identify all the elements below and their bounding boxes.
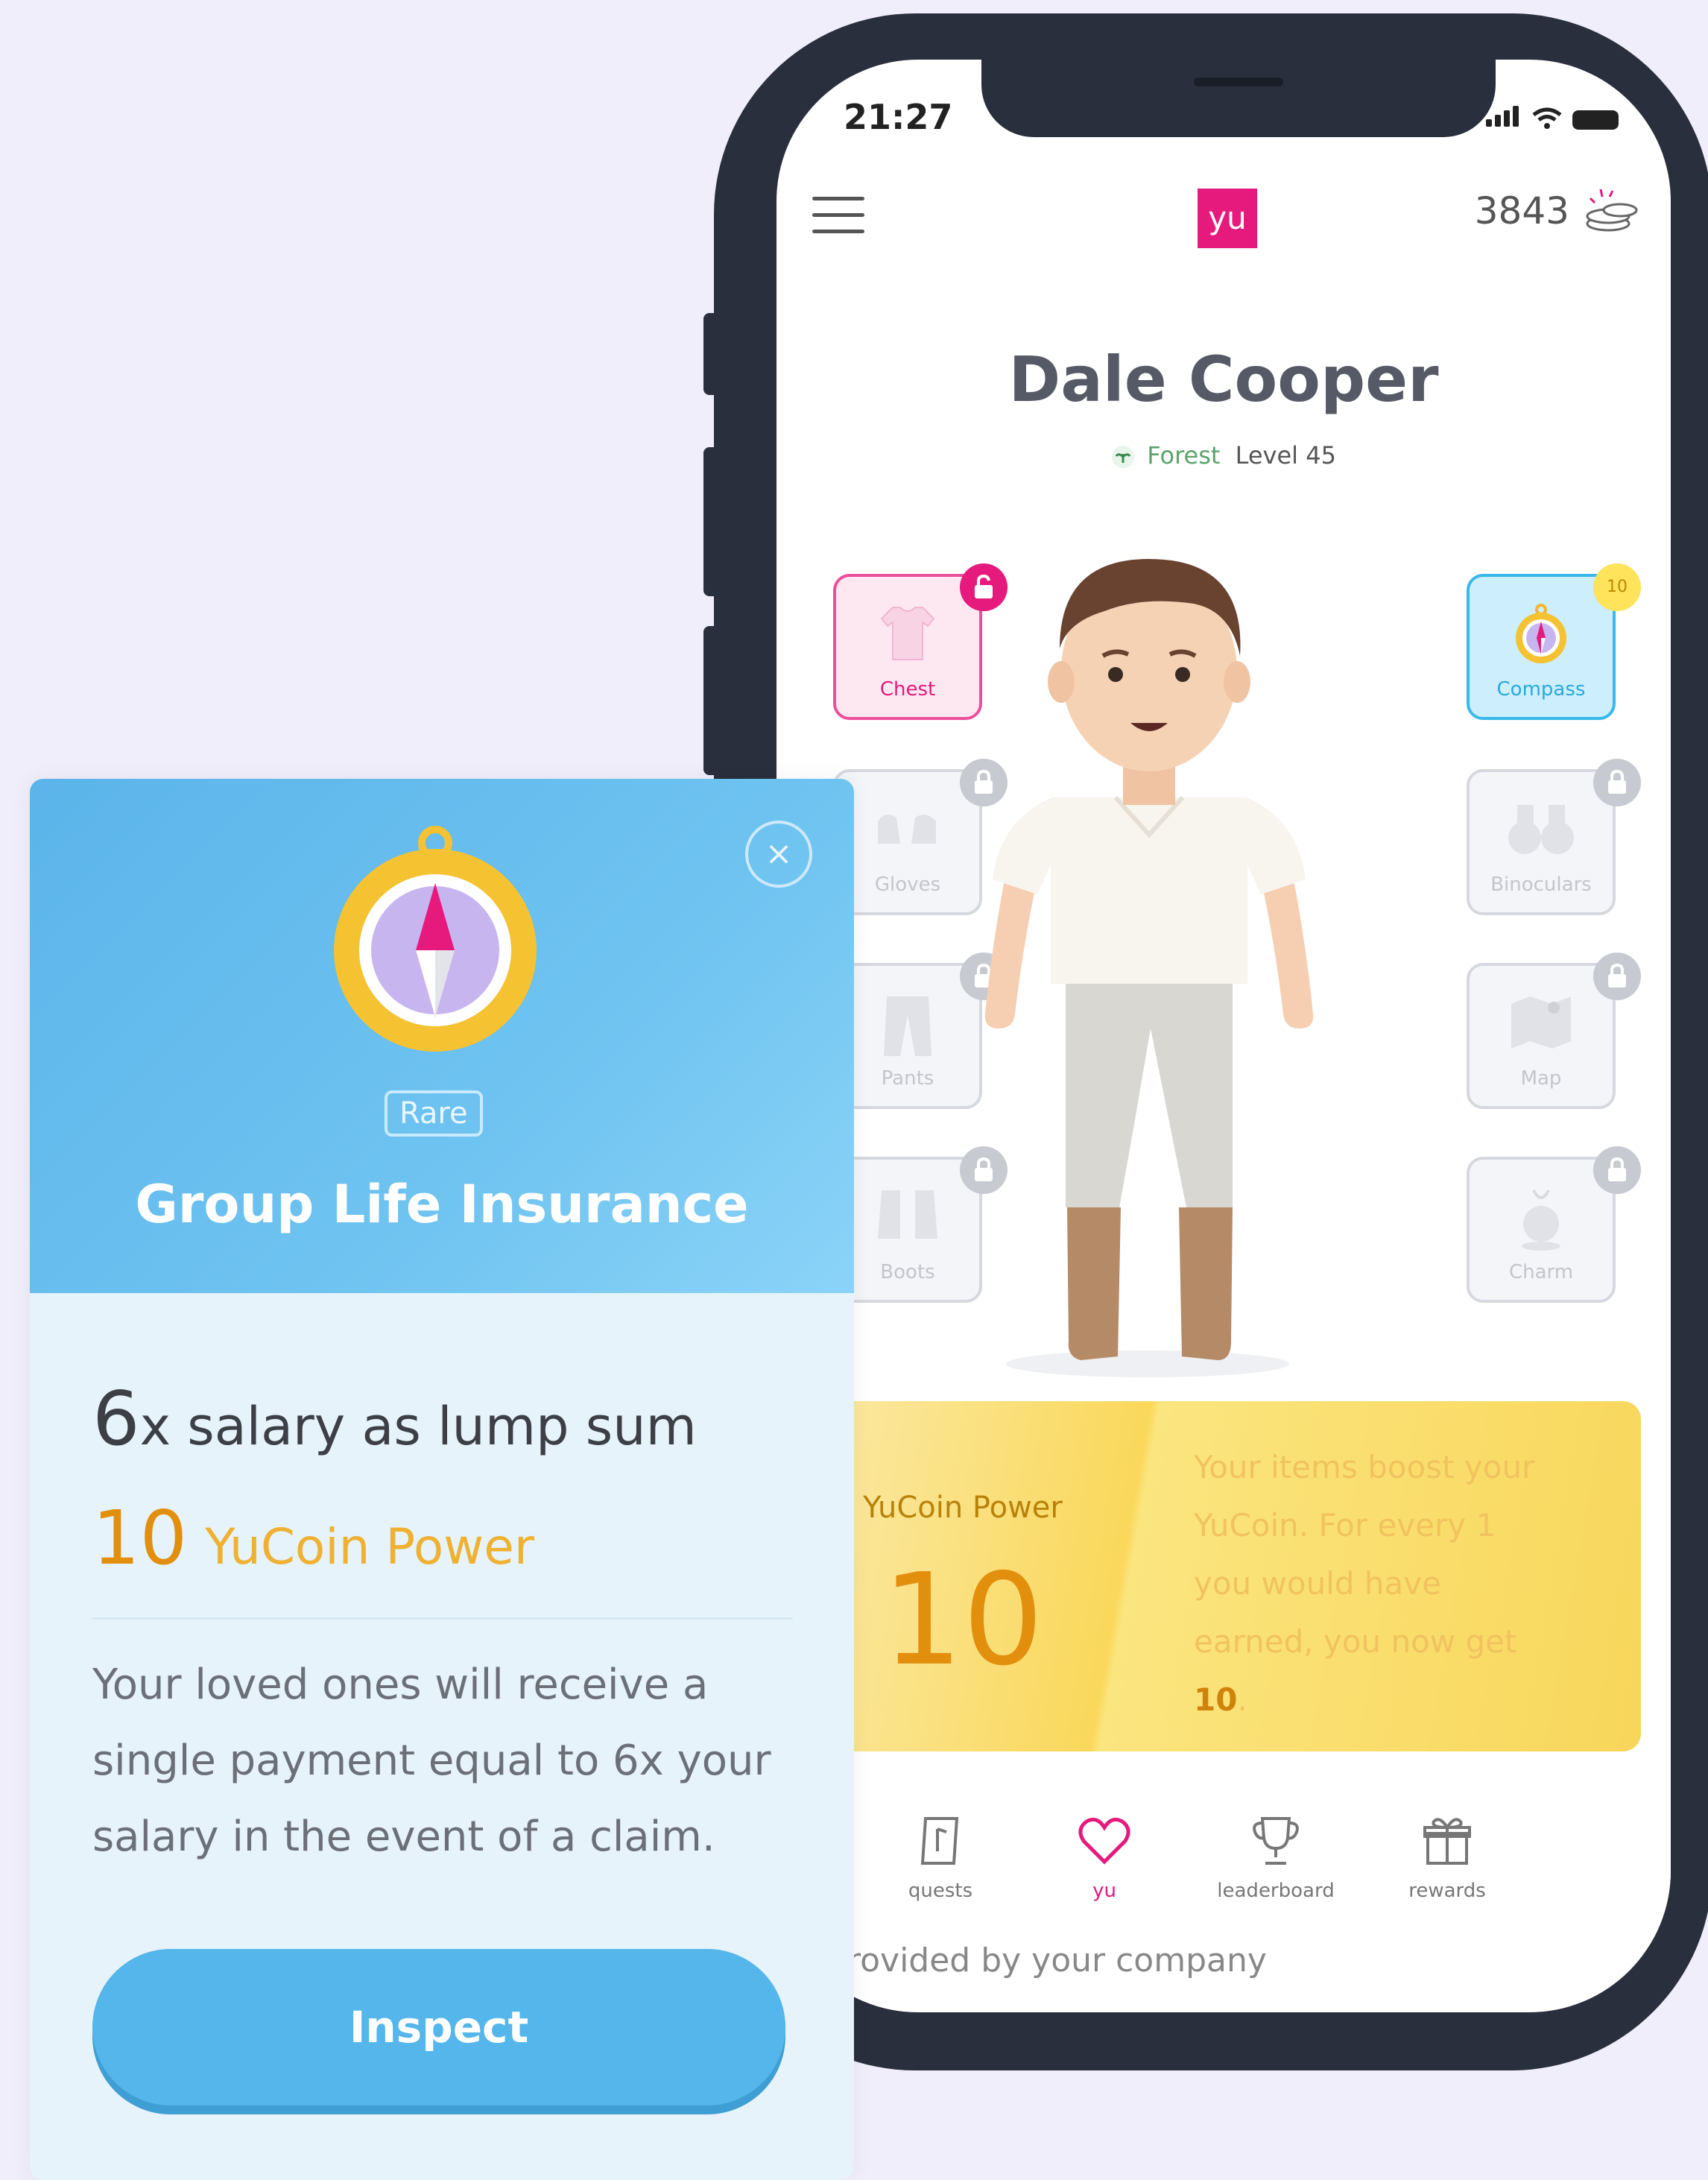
charm-icon xyxy=(1522,1189,1560,1251)
power-title: YuCoin Power xyxy=(863,1491,1063,1525)
benefit-text: x salary as lump sum xyxy=(139,1396,697,1457)
slot-map-label: Map xyxy=(1520,1067,1562,1090)
binoculars-icon xyxy=(1508,805,1574,854)
trophy-icon xyxy=(1253,1817,1299,1865)
popup-power-value: 10 xyxy=(92,1494,188,1582)
item-popup: × Rare Group Life Insurance 6x salary as… xyxy=(30,779,854,2180)
close-button[interactable]: × xyxy=(745,821,812,888)
user-name: Dale Cooper xyxy=(1008,343,1439,416)
status-icons xyxy=(1486,106,1619,130)
user-level: Level 45 xyxy=(1235,441,1336,470)
nav-leaderboard-label: leaderboard xyxy=(1217,1880,1335,1902)
power-desc-text: Your items boost your YuCoin. For every … xyxy=(1194,1449,1535,1660)
item-title: Group Life Insurance xyxy=(135,1174,749,1235)
speaker xyxy=(1194,78,1283,86)
item-count-badge: 10 xyxy=(1593,563,1641,611)
scroll-icon xyxy=(920,1817,959,1865)
bottom-nav: yucoin quests yu leaderboard xyxy=(776,1804,1671,1938)
footer-text: rovided by your company xyxy=(847,1942,1267,1980)
heart-icon xyxy=(1078,1817,1130,1865)
status-time: 21:27 xyxy=(844,97,953,137)
gloves-icon xyxy=(878,815,936,844)
power-desc-value: 10 xyxy=(1194,1681,1238,1718)
boots-icon xyxy=(878,1190,937,1239)
signal-icon xyxy=(1486,106,1522,130)
popup-power: 10 YuCoin Power xyxy=(92,1494,534,1582)
shirt-icon xyxy=(880,607,935,660)
compass-icon xyxy=(334,826,537,1052)
avatar-character xyxy=(984,559,1314,1377)
nav-quests[interactable]: quests xyxy=(873,1811,1008,1902)
lock-icon xyxy=(1593,952,1641,1000)
hamburger-icon[interactable] xyxy=(812,197,864,246)
slot-binoculars-label: Binoculars xyxy=(1490,873,1592,896)
nav-yu[interactable]: yu xyxy=(1037,1811,1171,1902)
compass-icon xyxy=(1516,604,1566,663)
benefit-headline: 6x salary as lump sum xyxy=(92,1375,697,1462)
popup-power-label: YuCoin Power xyxy=(205,1518,534,1576)
coin-stack-icon xyxy=(1586,189,1638,232)
app-logo: yu xyxy=(1198,189,1257,248)
popup-header: × Rare Group Life Insurance xyxy=(30,779,854,1293)
divider xyxy=(92,1617,793,1620)
wifi-icon xyxy=(1532,107,1562,129)
nav-quests-label: quests xyxy=(908,1880,973,1902)
user-meta: Forest Level 45 xyxy=(776,441,1671,470)
slot-compass-label: Compass xyxy=(1496,678,1586,701)
map-icon xyxy=(1511,996,1571,1049)
notch xyxy=(981,60,1496,137)
power-description: Your items boost your YuCoin. For every … xyxy=(1194,1438,1544,1729)
rarity-badge: Rare xyxy=(385,1090,483,1137)
inspect-button[interactable]: Inspect xyxy=(92,1949,785,2105)
battery-icon xyxy=(1572,110,1619,130)
power-desc-end: . xyxy=(1237,1681,1247,1718)
slot-binoculars[interactable]: Binoculars xyxy=(1467,759,1641,915)
slot-charm[interactable]: Charm xyxy=(1467,1146,1641,1303)
slot-compass[interactable]: Compass 10 xyxy=(1467,563,1641,720)
power-value: 10 xyxy=(882,1546,1044,1694)
slot-charm-label: Charm xyxy=(1508,1261,1574,1283)
coin-balance[interactable]: 3843 xyxy=(1475,186,1641,236)
leaf-icon xyxy=(1112,446,1135,468)
slot-map[interactable]: Map xyxy=(1467,952,1641,1109)
gift-icon xyxy=(1423,1818,1471,1865)
pants-icon xyxy=(884,996,932,1056)
nav-leaderboard[interactable]: leaderboard xyxy=(1209,1811,1343,1902)
yucoin-power-card: YuCoin Power 10 Your items boost your Yu… xyxy=(814,1401,1641,1751)
lock-icon xyxy=(1593,1146,1641,1194)
benefit-description: Your loved ones will receive a single pa… xyxy=(92,1661,771,1861)
coin-count: 3843 xyxy=(1474,189,1569,233)
phone-screen: 21:27 yu 3843 Dale Cooper Forest Level 4… xyxy=(776,60,1671,2012)
nav-rewards[interactable]: rewards xyxy=(1380,1811,1514,1902)
lock-icon xyxy=(1593,759,1641,806)
nav-rewards-label: rewards xyxy=(1408,1880,1486,1902)
benefit-multiplier: 6 xyxy=(92,1375,140,1462)
nav-yu-label: yu xyxy=(1092,1880,1116,1902)
user-region: Forest xyxy=(1147,441,1221,470)
